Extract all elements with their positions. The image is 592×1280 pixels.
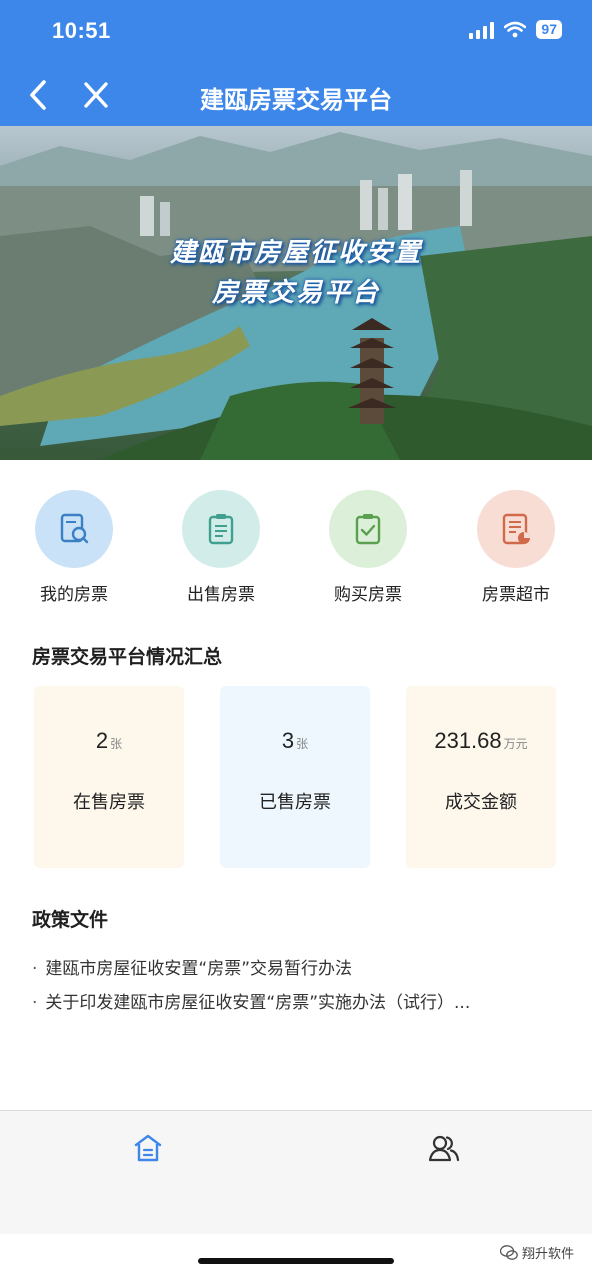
page-title: 建瓯房票交易平台 xyxy=(200,86,392,114)
stat-value: 2张 xyxy=(95,728,123,753)
status-time: 10:51 xyxy=(52,18,111,43)
menu-label: 购买房票 xyxy=(334,585,402,605)
policy-list: · 建瓯市房屋征收安置“房票”交易暂行办法 · 关于印发建瓯市房屋征收安置“房票”实… xyxy=(32,952,562,1020)
stat-label: 在售房票 xyxy=(73,792,145,813)
stat-label: 已售房票 xyxy=(259,792,331,813)
watermark: 翔升软件 xyxy=(499,1243,574,1262)
battery-indicator: 97 xyxy=(536,20,562,39)
menu-icon-bg xyxy=(477,490,555,568)
clipboard-check-icon xyxy=(355,514,381,545)
cellular-signal-icon xyxy=(469,21,495,39)
policy-link[interactable]: · 建瓯市房屋征收安置“房票”交易暂行办法 xyxy=(32,952,562,986)
stat-card-sold[interactable]: 3张 已售房票 xyxy=(220,686,370,868)
wechat-icon xyxy=(499,1244,518,1260)
stat-value: 3张 xyxy=(281,728,309,753)
status-icons: 97 xyxy=(469,20,562,39)
policy-link[interactable]: · 关于印发建瓯市房屋征收安置“房票”实施办法（试行）... xyxy=(32,986,562,1020)
menu-buy-tickets[interactable]: 购买房票 xyxy=(308,490,428,605)
users-icon[interactable] xyxy=(428,1133,460,1163)
menu-ticket-market[interactable]: 房票超市 xyxy=(456,490,576,605)
stat-value: 231.68 万元 xyxy=(434,728,528,753)
app-header: 10:51 97 建瓯房票交易平台 xyxy=(0,0,592,126)
banner-title-line1: 建瓯市房屋征收安置 xyxy=(169,238,422,268)
stat-label: 成交金额 xyxy=(445,792,517,813)
menu-icon-bg xyxy=(329,490,407,568)
menu-label: 我的房票 xyxy=(40,585,108,605)
home-icon[interactable] xyxy=(132,1133,164,1163)
policy-title: 政策文件 xyxy=(32,909,109,931)
ticket-search-icon xyxy=(60,513,89,544)
menu-my-tickets[interactable]: 我的房票 xyxy=(14,490,134,605)
stat-card-turnover[interactable]: 231.68 万元 成交金额 xyxy=(406,686,556,868)
menu-sell-tickets[interactable]: 出售房票 xyxy=(161,490,281,605)
menu-icon-bg xyxy=(35,490,113,568)
menu-label: 出售房票 xyxy=(187,585,255,605)
banner-title-line2: 房票交易平台 xyxy=(211,278,380,308)
menu-icon-bg xyxy=(182,490,260,568)
menu-label: 房票超市 xyxy=(482,585,550,605)
bottom-tab-bar xyxy=(0,1110,592,1234)
stat-card-on-sale[interactable]: 2张 在售房票 xyxy=(34,686,184,868)
home-indicator[interactable] xyxy=(198,1258,394,1264)
clipboard-list-icon xyxy=(208,514,234,545)
summary-title: 房票交易平台情况汇总 xyxy=(32,646,223,668)
document-chart-icon xyxy=(502,513,530,545)
wifi-icon xyxy=(504,21,527,38)
banner-image: 建瓯市房屋征收安置 房票交易平台 xyxy=(0,126,592,460)
